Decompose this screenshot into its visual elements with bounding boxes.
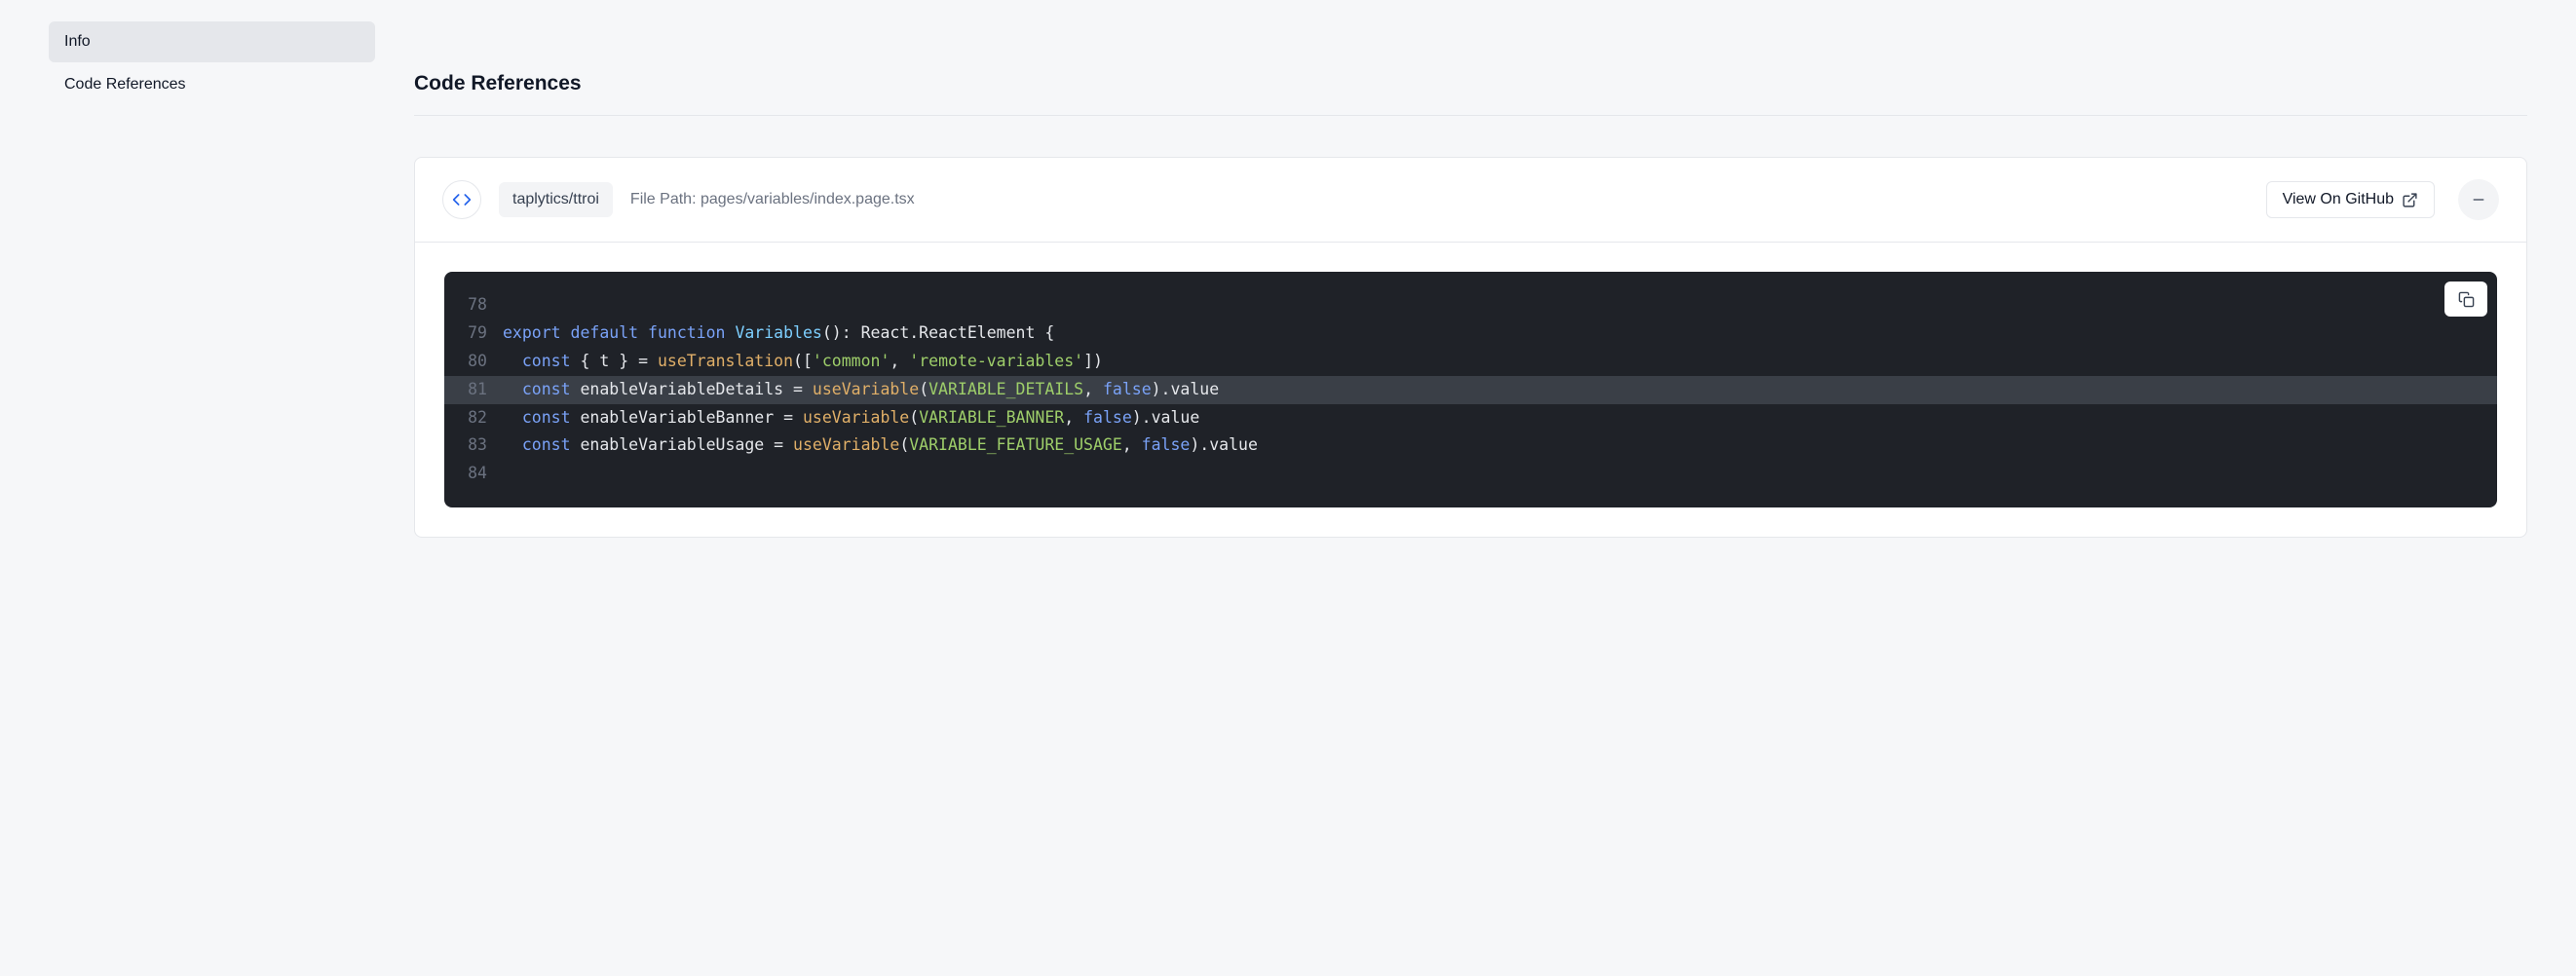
sidebar: InfoCode References xyxy=(49,21,375,538)
line-number: 82 xyxy=(444,404,503,432)
line-number: 84 xyxy=(444,460,503,488)
github-button-label: View On GitHub xyxy=(2283,191,2394,208)
line-content: const enableVariableUsage = useVariable(… xyxy=(503,432,1281,460)
line-content: const enableVariableDetails = useVariabl… xyxy=(503,376,1242,404)
code-line: 80 const { t } = useTranslation(['common… xyxy=(444,348,2497,376)
card-body: 7879export default function Variables():… xyxy=(415,243,2526,537)
line-content: const { t } = useTranslation(['common', … xyxy=(503,348,1126,376)
code-block: 7879export default function Variables():… xyxy=(444,272,2497,507)
copy-button[interactable] xyxy=(2444,282,2487,317)
main-content: Code References taplytics/ttroi File Pat… xyxy=(414,21,2527,538)
file-path-value: pages/variables/index.page.tsx xyxy=(701,191,915,207)
section-heading: Code References xyxy=(414,21,2527,116)
file-path-label: File Path: xyxy=(630,191,697,207)
minus-icon xyxy=(2471,192,2486,207)
copy-icon xyxy=(2458,291,2475,308)
code-icon xyxy=(442,180,481,219)
file-path: File Path: pages/variables/index.page.ts… xyxy=(630,191,2249,208)
code-line: 81 const enableVariableDetails = useVari… xyxy=(444,376,2497,404)
repo-chip[interactable]: taplytics/ttroi xyxy=(499,182,613,217)
code-reference-card: taplytics/ttroi File Path: pages/variabl… xyxy=(414,157,2527,538)
sidebar-item-info[interactable]: Info xyxy=(49,21,375,62)
line-number: 83 xyxy=(444,432,503,460)
code-line: 79export default function Variables(): R… xyxy=(444,319,2497,348)
collapse-button[interactable] xyxy=(2458,179,2499,220)
code-line: 82 const enableVariableBanner = useVaria… xyxy=(444,404,2497,432)
line-content: export default function Variables(): Rea… xyxy=(503,319,1078,348)
view-on-github-button[interactable]: View On GitHub xyxy=(2266,181,2435,218)
code-line: 78 xyxy=(444,291,2497,319)
code-line: 84 xyxy=(444,460,2497,488)
card-header: taplytics/ttroi File Path: pages/variabl… xyxy=(415,158,2526,243)
external-link-icon xyxy=(2402,192,2418,208)
line-number: 80 xyxy=(444,348,503,376)
line-content: const enableVariableBanner = useVariable… xyxy=(503,404,1223,432)
sidebar-item-code-references[interactable]: Code References xyxy=(49,64,375,105)
line-number: 78 xyxy=(444,291,503,319)
code-line: 83 const enableVariableUsage = useVariab… xyxy=(444,432,2497,460)
line-content xyxy=(503,460,526,488)
line-content xyxy=(503,291,526,319)
line-number: 81 xyxy=(444,376,503,404)
line-number: 79 xyxy=(444,319,503,348)
